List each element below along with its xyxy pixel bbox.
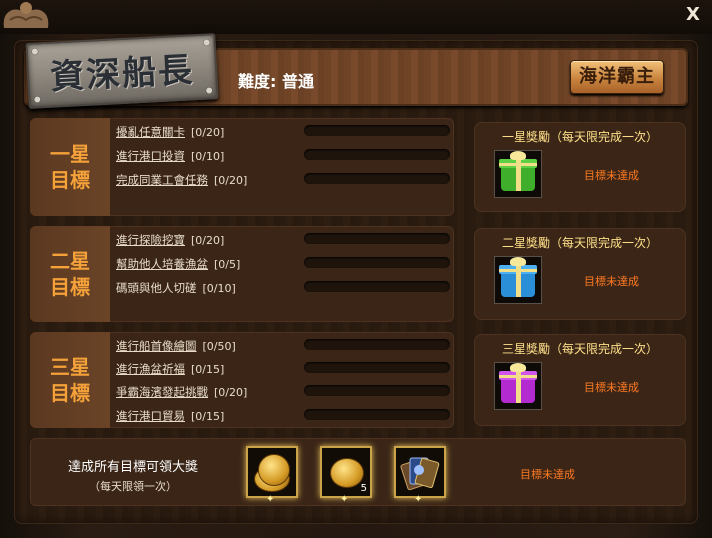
star-label: 二星目標 bbox=[30, 226, 110, 322]
reward-slot[interactable] bbox=[494, 150, 542, 198]
reward-title: 一星獎勵（每天限完成一次） bbox=[501, 130, 658, 144]
title-plaque: 資深船長 bbox=[25, 33, 219, 109]
task-item: 碼頭與他人切磋 [0/10] bbox=[116, 276, 450, 298]
difficulty-label: 難度: 普通 bbox=[238, 72, 314, 91]
reward-slot[interactable] bbox=[494, 362, 542, 410]
task-link[interactable]: 幫助他人培養漁盆 [0/5] bbox=[116, 256, 240, 272]
final-reward-subtitle: （每天限領一次） bbox=[89, 480, 177, 493]
progress-bar bbox=[304, 339, 450, 350]
task-item: 爭霸海濱發起挑戰 [0/20] bbox=[116, 380, 450, 402]
sparkle-icon: ✦ bbox=[414, 494, 423, 505]
task-link[interactable]: 進行船首像繪圖 [0/50] bbox=[116, 338, 236, 354]
progress-bar bbox=[304, 409, 450, 420]
reward-status: 目標未達成 bbox=[584, 275, 639, 288]
final-reward-status: 目標未達成 bbox=[520, 468, 575, 481]
task-link[interactable]: 擾亂任意關卡 [0/20] bbox=[116, 124, 224, 140]
reward-box-one-star: 一星獎勵（每天限完成一次） 目標未達成 bbox=[474, 122, 686, 212]
goal-box-two-star: 二星目標 進行探險挖寶 [0/20] 幫助他人培養漁盆 [0/5] 碼頭與他人切磋[… bbox=[30, 226, 454, 322]
final-reward-title: 達成所有目標可領大獎 bbox=[67, 460, 198, 475]
task-link[interactable]: 爭霸海濱發起挑戰 [0/20] bbox=[116, 384, 247, 400]
reward-item-slot[interactable]: 5 ✦ bbox=[320, 446, 372, 505]
progress-bar bbox=[304, 281, 450, 292]
task-link[interactable]: 進行港口投資 [0/10] bbox=[116, 148, 224, 164]
task-link[interactable]: 進行漁盆祈福 [0/15] bbox=[116, 361, 224, 377]
task-item: 進行港口投資 [0/10] bbox=[116, 144, 450, 166]
task-item: 進行漁盆祈福 [0/15] bbox=[116, 357, 450, 379]
card-pack-icon bbox=[400, 457, 440, 491]
purple-gift-icon bbox=[499, 363, 537, 403]
task-item: 進行船首像繪圖 [0/50] bbox=[116, 334, 450, 356]
close-button[interactable]: X bbox=[682, 4, 704, 26]
page-title: 資深船長 bbox=[49, 50, 196, 98]
progress-bar bbox=[304, 385, 450, 396]
task-label: 碼頭與他人切磋 [0/10] bbox=[116, 281, 236, 295]
ocean-overlord-button[interactable]: 海洋霸主 bbox=[570, 60, 664, 94]
goal-box-three-star: 三星目標 進行船首像繪圖 [0/50] 進行漁盆祈福 [0/15] 爭霸海濱發起挑戰… bbox=[30, 332, 454, 428]
task-link[interactable]: 進行探險挖寶 [0/20] bbox=[116, 232, 224, 248]
task-item: 完成同業工會任務 [0/20] bbox=[116, 168, 450, 190]
final-reward-bar: 達成所有目標可領大獎 （每天限領一次） ✦ 5 ✦ ✦ 目標未達成 bbox=[30, 438, 686, 506]
blue-gift-icon bbox=[499, 257, 537, 297]
green-gift-icon bbox=[499, 151, 537, 191]
task-link[interactable]: 進行港口貿易 [0/15] bbox=[116, 408, 224, 424]
item-quantity: 5 bbox=[360, 483, 367, 494]
progress-bar bbox=[304, 149, 450, 160]
task-item: 幫助他人培養漁盆 [0/5] bbox=[116, 252, 450, 274]
task-item: 進行港口貿易 [0/15] bbox=[116, 404, 450, 426]
reward-box-three-star: 三星獎勵（每天限完成一次） 目標未達成 bbox=[474, 334, 686, 426]
reward-box-two-star: 二星獎勵（每天限完成一次） 目標未達成 bbox=[474, 228, 686, 320]
reward-item-slot[interactable]: ✦ bbox=[394, 446, 446, 505]
reward-title: 二星獎勵（每天限完成一次） bbox=[501, 236, 658, 250]
star-label: 三星目標 bbox=[30, 332, 110, 428]
reward-slot[interactable] bbox=[494, 256, 542, 304]
reward-status: 目標未達成 bbox=[584, 169, 639, 182]
sparkle-icon: ✦ bbox=[340, 494, 349, 505]
task-item: 擾亂任意關卡 [0/20] bbox=[116, 120, 450, 142]
title-bar: X bbox=[0, 0, 712, 34]
task-item: 進行探險挖寶 [0/20] bbox=[116, 228, 450, 250]
goal-box-one-star: 一星目標 擾亂任意關卡 [0/20] 進行港口投資 [0/10] 完成同業工會任務[… bbox=[30, 118, 454, 216]
star-label: 一星目標 bbox=[30, 118, 110, 216]
reward-status: 目標未達成 bbox=[584, 381, 639, 394]
muscle-crest-icon bbox=[3, 2, 49, 28]
progress-bar bbox=[304, 257, 450, 268]
captain-goals-window: X 資深船長 難度: 普通 海洋霸主 一星目標 擾亂任意關卡 [0/20] 進行港… bbox=[0, 0, 712, 538]
progress-bar bbox=[304, 233, 450, 244]
progress-bar bbox=[304, 362, 450, 373]
sparkle-icon: ✦ bbox=[266, 494, 275, 505]
progress-bar bbox=[304, 125, 450, 136]
reward-item-slot[interactable]: ✦ bbox=[246, 446, 298, 505]
reward-title: 三星獎勵（每天限完成一次） bbox=[501, 342, 658, 356]
task-link[interactable]: 完成同業工會任務 [0/20] bbox=[116, 172, 247, 188]
progress-bar bbox=[304, 173, 450, 184]
